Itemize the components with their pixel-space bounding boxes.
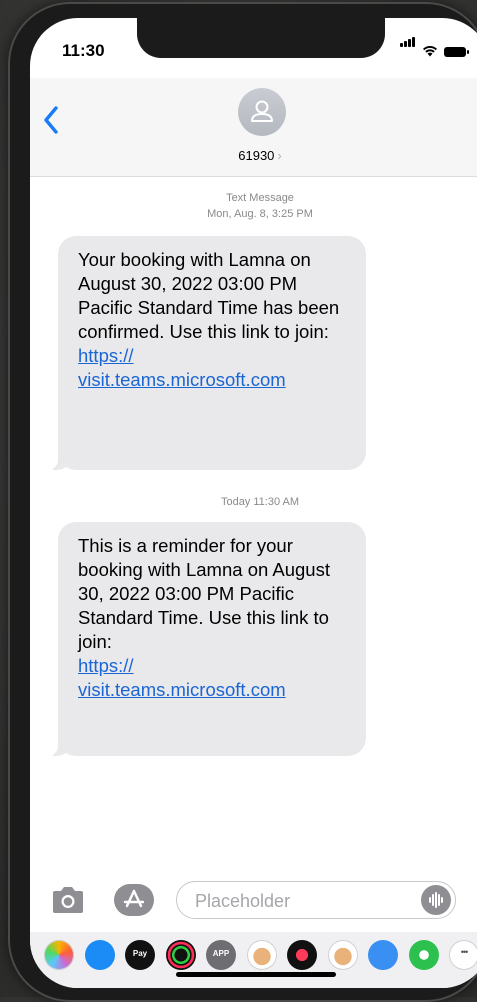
- link-line-1: https://: [78, 655, 134, 676]
- message-link[interactable]: https:// visit.teams.microsoft.com: [78, 654, 346, 702]
- bubble-tail: [45, 740, 71, 756]
- back-chevron-icon[interactable]: [40, 104, 64, 136]
- app-drawer: Pay APP •••: [30, 932, 477, 988]
- link-line-2: visit.teams.microsoft.com: [78, 369, 286, 390]
- messages-screen: 11:30 61930 › Text Message Mon, Aug. 8, …: [30, 18, 477, 988]
- clock-icon[interactable]: [408, 940, 439, 970]
- app-icon-label: Pay: [132, 949, 148, 958]
- message-timestamp: Text Message Mon, Aug. 8, 3:25 PM: [30, 190, 477, 222]
- waveform-icon: [429, 892, 443, 908]
- received-message-bubble[interactable]: Your booking with Lamna on August 30, 20…: [45, 236, 366, 470]
- battery-icon: [444, 47, 469, 57]
- link-line-2: visit.teams.microsoft.com: [78, 679, 286, 700]
- timestamp-date: Mon, Aug. 8, 3:25 PM: [207, 208, 313, 220]
- status-icons: [380, 37, 477, 62]
- message-composer: Placeholder: [30, 878, 477, 924]
- person-icon: [251, 100, 273, 122]
- timestamp-service-label: Text Message: [226, 192, 294, 204]
- camera-icon[interactable]: [50, 886, 86, 914]
- contact-name: 61930: [238, 148, 275, 163]
- more-icon[interactable]: •••: [449, 940, 477, 970]
- app-store-icon[interactable]: [84, 940, 115, 970]
- digital-touch-icon[interactable]: [287, 940, 317, 970]
- status-time: 11:30: [62, 41, 105, 60]
- message-link[interactable]: https:// visit.teams.microsoft.com: [78, 344, 346, 392]
- wifi-icon: [423, 46, 437, 57]
- message-input-placeholder: Placeholder: [195, 891, 291, 911]
- app-icon-label: APP: [212, 949, 230, 958]
- memoji-icon[interactable]: [246, 940, 277, 970]
- photos-app-icon[interactable]: [44, 940, 74, 970]
- home-indicator[interactable]: [176, 972, 336, 977]
- app-clips-icon[interactable]: APP: [206, 940, 236, 970]
- app-store-button[interactable]: [114, 884, 154, 916]
- apple-pay-icon[interactable]: Pay: [125, 940, 155, 970]
- contact-avatar[interactable]: [238, 88, 286, 136]
- link-line-1: https://: [78, 345, 134, 366]
- message-text: Your booking with Lamna on August 30, 20…: [78, 249, 340, 342]
- message-timestamp: Today 11:30 AM: [220, 496, 300, 508]
- contact-chevron-icon: ›: [277, 148, 282, 163]
- app-store-icon: [123, 889, 145, 908]
- bubble-tail: [45, 454, 71, 470]
- contact-name-row[interactable]: 61930 ›: [30, 148, 477, 163]
- animoji-icon[interactable]: [327, 940, 358, 970]
- phone-frame: 11:30 61930 › Text Message Mon, Aug. 8, …: [8, 2, 477, 1002]
- message-input[interactable]: Placeholder: [176, 881, 456, 919]
- notch: [137, 18, 385, 58]
- globe-search-icon[interactable]: [368, 940, 398, 970]
- message-text: This is a reminder for your booking with…: [78, 535, 330, 652]
- fitness-icon[interactable]: [165, 940, 196, 970]
- received-message-bubble[interactable]: This is a reminder for your booking with…: [45, 522, 366, 756]
- audio-message-button[interactable]: [421, 885, 451, 915]
- ellipsis-glyph: •••: [460, 947, 468, 957]
- conversation-header: 61930 ›: [30, 78, 477, 177]
